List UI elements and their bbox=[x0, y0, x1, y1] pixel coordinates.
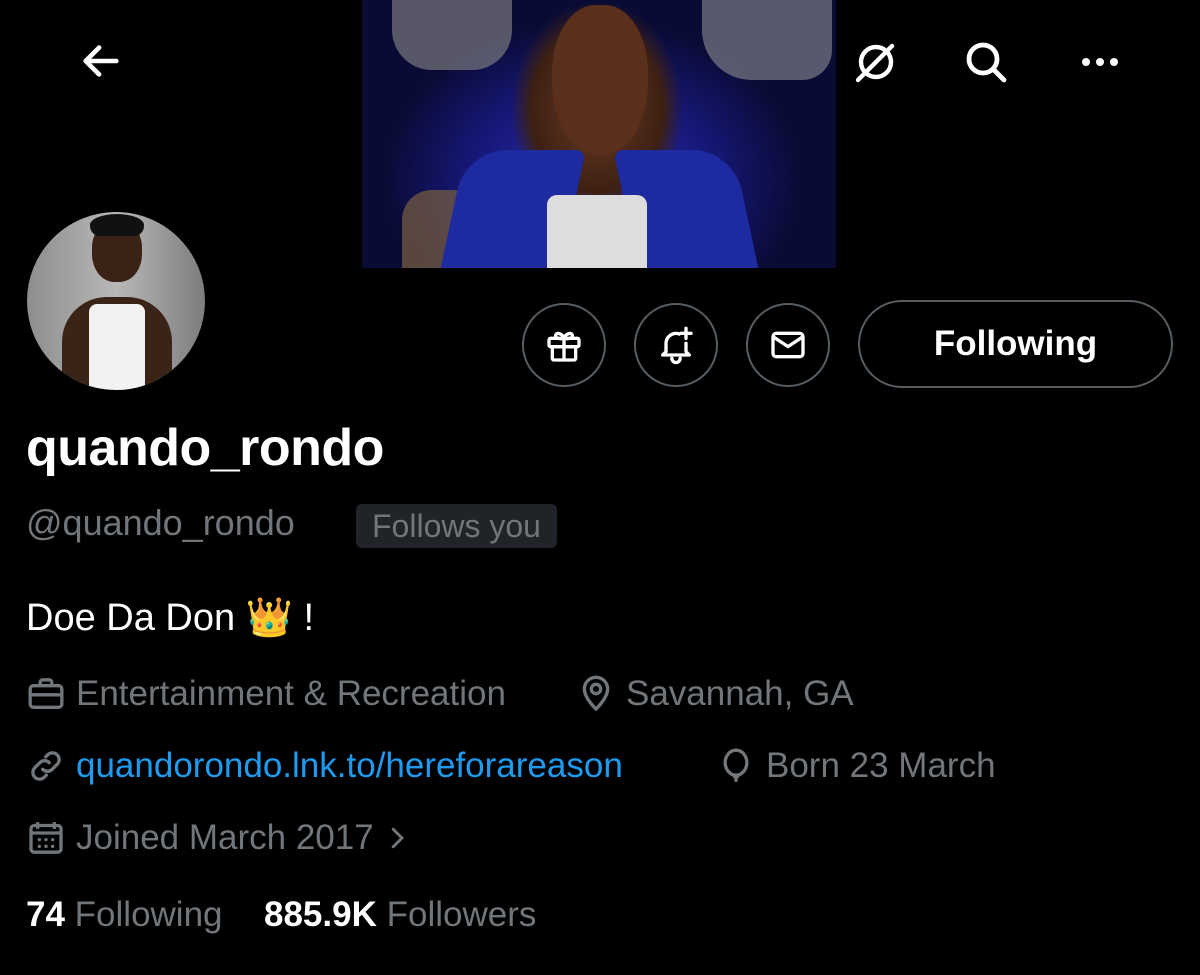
bio: Doe Da Don 👑 ! bbox=[26, 597, 315, 639]
following-button[interactable]: Following bbox=[858, 300, 1173, 388]
avatar[interactable] bbox=[25, 210, 207, 392]
website-item[interactable]: quandorondo.lnk.to/hereforareason bbox=[26, 746, 623, 786]
following-count: 74 bbox=[26, 895, 65, 934]
follows-you-badge: Follows you bbox=[356, 504, 557, 548]
location-label: Savannah, GA bbox=[626, 674, 854, 713]
grok-icon bbox=[855, 43, 895, 83]
followers-stat-label: Followers bbox=[386, 895, 537, 934]
following-stat[interactable]: 74 Following bbox=[26, 895, 223, 934]
back-button[interactable] bbox=[78, 38, 124, 89]
balloon-icon bbox=[723, 748, 749, 782]
category-item: Entertainment & Recreation bbox=[26, 674, 506, 714]
mail-icon bbox=[771, 331, 805, 359]
following-stat-label: Following bbox=[74, 895, 223, 934]
followers-stat[interactable]: 885.9K Followers bbox=[264, 895, 536, 934]
search-icon bbox=[966, 42, 1007, 83]
bell-plus-icon bbox=[661, 326, 693, 365]
website-link[interactable]: quandorondo.lnk.to/hereforareason bbox=[76, 746, 623, 786]
joined-label: Joined March 2017 bbox=[76, 818, 374, 857]
arrow-left-icon bbox=[83, 45, 119, 77]
message-button[interactable] bbox=[746, 303, 830, 387]
joined-item[interactable]: Joined March 2017 bbox=[26, 818, 412, 858]
link-icon bbox=[31, 751, 61, 781]
more-horizontal-icon bbox=[1082, 58, 1118, 66]
profile-stats: 74 Following 885.9K Followers bbox=[26, 895, 536, 935]
location-item: Savannah, GA bbox=[576, 674, 854, 714]
briefcase-icon bbox=[28, 678, 64, 709]
display-name: quando_rondo bbox=[26, 419, 384, 477]
birthday-item: Born 23 March bbox=[716, 746, 996, 786]
location-pin-icon bbox=[582, 675, 610, 712]
category-label: Entertainment & Recreation bbox=[76, 674, 506, 713]
more-button[interactable] bbox=[1076, 38, 1124, 91]
followers-count: 885.9K bbox=[264, 895, 377, 934]
calendar-icon bbox=[29, 822, 63, 854]
gift-button[interactable] bbox=[522, 303, 606, 387]
gift-icon bbox=[547, 331, 581, 362]
search-button[interactable] bbox=[962, 38, 1010, 91]
birthday-label: Born 23 March bbox=[766, 746, 996, 785]
user-handle: @quando_rondo bbox=[26, 502, 295, 543]
grok-button[interactable] bbox=[852, 38, 900, 91]
chevron-right-icon bbox=[391, 827, 404, 849]
profile-banner-image[interactable] bbox=[362, 0, 836, 268]
notifications-button[interactable] bbox=[634, 303, 718, 387]
